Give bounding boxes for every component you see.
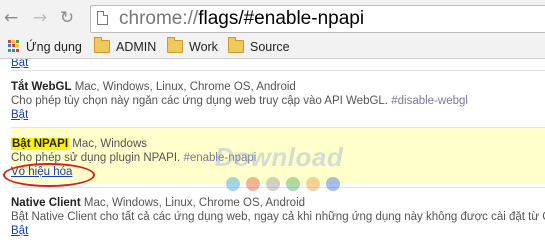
- flag-platforms: Mac, Windows: [72, 138, 148, 150]
- flag-description: Bật Native Client cho tất cả các ứng dụn…: [11, 211, 545, 223]
- flag-platforms: Mac, Windows, Linux, Chrome OS, Android: [74, 81, 296, 93]
- back-arrow-icon[interactable]: ←: [2, 9, 20, 27]
- bookmark-apps[interactable]: Ứng dụng: [26, 38, 82, 56]
- url-path: flags/#enable-npapi: [198, 8, 365, 29]
- bookmark-admin[interactable]: ADMIN: [94, 37, 156, 56]
- flag-name: Tắt WebGL: [11, 81, 72, 93]
- enable-link[interactable]: Bật: [11, 109, 28, 121]
- forward-arrow-icon[interactable]: →: [31, 9, 49, 27]
- browser-toolbar: ← → ↻ chrome://flags/#enable-npapi: [0, 0, 545, 36]
- flag-description: Cho phép sử dụng plugin NPAPI.: [11, 152, 181, 164]
- flag-disable-webgl: Tắt WebGL Mac, Windows, Linux, Chrome OS…: [11, 80, 545, 122]
- folder-icon: [228, 37, 244, 53]
- flag-previous: Bật: [11, 59, 545, 70]
- watermark: Download: [215, 142, 344, 172]
- watermark-dots: [226, 177, 346, 196]
- enable-link[interactable]: Bật: [11, 59, 28, 69]
- bookmarks-bar: Ứng dụng ADMIN Work Source: [0, 36, 545, 59]
- divider: [11, 70, 545, 71]
- flag-platforms: Mac, Windows, Linux, Chrome OS, Android: [83, 197, 306, 209]
- flag-anchor[interactable]: #disable-webgl: [391, 95, 468, 107]
- flag-name: Native Client: [11, 197, 81, 209]
- address-url[interactable]: chrome://flags/#enable-npapi: [119, 7, 364, 31]
- reload-icon[interactable]: ↻: [58, 9, 76, 27]
- folder-icon: [167, 37, 183, 53]
- flags-content: Bật Tắt WebGL Mac, Windows, Linux, Chrom…: [0, 59, 545, 248]
- apps-grid-icon[interactable]: [8, 40, 20, 52]
- flag-name: Bật NPAPI: [11, 138, 70, 150]
- address-bar[interactable]: chrome://flags/#enable-npapi: [90, 5, 545, 33]
- flag-native-client: Native Client Mac, Windows, Linux, Chrom…: [11, 196, 545, 238]
- annotation-ellipse: [3, 163, 95, 187]
- page-icon: [97, 11, 108, 25]
- bookmark-source[interactable]: Source: [228, 37, 290, 56]
- flag-description: Cho phép tùy chọn này ngăn các ứng dụng …: [11, 95, 389, 107]
- folder-icon: [94, 37, 110, 53]
- url-scheme: chrome://: [119, 8, 199, 29]
- enable-link[interactable]: Bật: [11, 225, 28, 237]
- bookmark-work[interactable]: Work: [167, 37, 218, 56]
